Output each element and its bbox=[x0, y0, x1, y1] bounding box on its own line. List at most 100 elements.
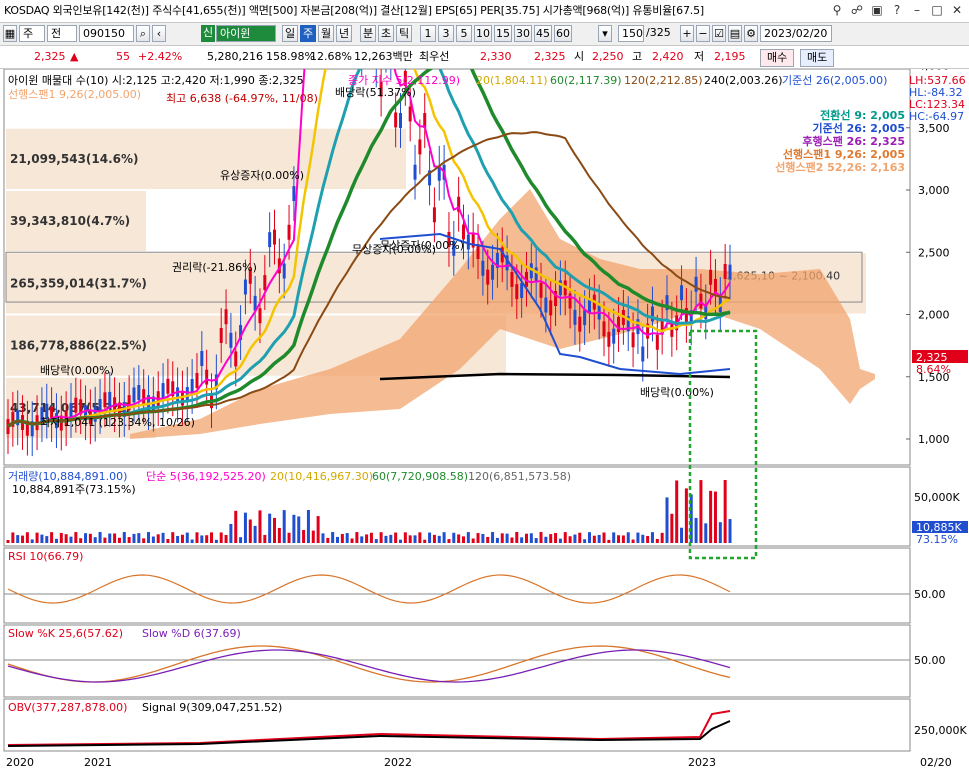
volume-bar bbox=[132, 533, 136, 543]
volume-bar bbox=[699, 480, 703, 543]
volume-bar bbox=[665, 497, 669, 543]
volume-bar bbox=[316, 516, 320, 543]
volume-bar bbox=[568, 536, 572, 543]
market-select[interactable]: 주 bbox=[19, 25, 45, 42]
volume-bar bbox=[495, 537, 499, 543]
restore-icon[interactable]: ▣ bbox=[869, 2, 885, 18]
volume-bar bbox=[64, 534, 68, 543]
interval-30[interactable]: 30 bbox=[514, 25, 532, 42]
candle-body bbox=[287, 224, 291, 240]
stoch-panel[interactable] bbox=[3, 624, 911, 698]
candle-body bbox=[655, 334, 659, 350]
volume-bar bbox=[161, 532, 165, 543]
volume: 5,280,216 bbox=[207, 50, 263, 63]
code-input[interactable]: 090150 bbox=[79, 25, 134, 42]
interval-60[interactable]: 60 bbox=[554, 25, 572, 42]
link-icon[interactable]: ☍ bbox=[849, 2, 865, 18]
interval-3[interactable]: 3 bbox=[438, 25, 454, 42]
date-input[interactable]: 2023/02/20 bbox=[760, 25, 832, 42]
candle-body bbox=[200, 351, 204, 366]
volume-bar bbox=[423, 539, 427, 543]
volume-bar bbox=[583, 539, 587, 543]
settings-icon[interactable]: ⚙ bbox=[744, 25, 758, 42]
volume-bar bbox=[505, 533, 509, 543]
volume-bar bbox=[224, 534, 228, 543]
period-tick[interactable]: 틱 bbox=[396, 25, 412, 42]
y-tick-label: 2,000 bbox=[918, 309, 950, 322]
candle-body bbox=[680, 285, 684, 301]
grid-icon[interactable]: ▦ bbox=[3, 25, 17, 42]
volume-bar bbox=[268, 513, 272, 543]
candle-body bbox=[243, 279, 247, 295]
pin-icon[interactable]: ⚲ bbox=[829, 2, 845, 18]
volume-bar bbox=[587, 532, 591, 543]
interval-1[interactable]: 1 bbox=[420, 25, 436, 42]
volume-bar bbox=[336, 536, 340, 543]
volume-bar bbox=[180, 534, 184, 543]
candle-body bbox=[510, 271, 514, 287]
count-total: /325 bbox=[646, 26, 671, 39]
volume-bar bbox=[408, 535, 412, 543]
prev-icon[interactable]: ‹ bbox=[152, 25, 166, 42]
stock-chart[interactable]: 33,276,737(4.0%)23,011,818(2.8%)34,788,8… bbox=[0, 69, 969, 775]
volume-bar bbox=[88, 533, 92, 543]
volume-bar bbox=[728, 519, 732, 543]
interval-5[interactable]: 5 bbox=[456, 25, 472, 42]
count-input[interactable]: 150 bbox=[618, 25, 644, 42]
interval-45[interactable]: 45 bbox=[534, 25, 552, 42]
prefix-select[interactable]: 전 bbox=[47, 25, 77, 42]
maximize-icon[interactable]: □ bbox=[929, 2, 945, 18]
volume-tag-pct: 73.15% bbox=[916, 533, 958, 546]
volume-profile-label: 265,359,014(31.7%) bbox=[10, 276, 147, 290]
quote-bar: 2,325 ▲ 55 +2.42% 5,280,216 158.98% 12.6… bbox=[0, 46, 969, 69]
candle-body bbox=[461, 224, 465, 240]
interval-15[interactable]: 15 bbox=[494, 25, 512, 42]
candle-body bbox=[641, 346, 645, 362]
period-year[interactable]: 년 bbox=[336, 25, 352, 42]
period-second[interactable]: 초 bbox=[378, 25, 394, 42]
period-week[interactable]: 주 bbox=[300, 25, 316, 42]
period-day[interactable]: 일 bbox=[282, 25, 298, 42]
buy-button[interactable]: 매수 bbox=[760, 49, 795, 67]
volume-bar bbox=[59, 532, 63, 543]
volume-header: 거래량(10,884,891.00) bbox=[8, 470, 127, 483]
volume-bar bbox=[369, 532, 373, 543]
volume-bar bbox=[84, 533, 88, 543]
save-icon[interactable]: ▤ bbox=[728, 25, 742, 42]
x-tick-end: 02/20 bbox=[920, 756, 952, 769]
sell-button[interactable]: 매도 bbox=[800, 49, 835, 67]
period-minute[interactable]: 분 bbox=[360, 25, 376, 42]
volume-bar bbox=[457, 534, 461, 543]
base-line-label: 기준선 26(2,005.00) bbox=[782, 74, 887, 87]
volume-bar bbox=[45, 536, 49, 543]
candle-body bbox=[413, 164, 417, 180]
stock-summary: KOSDAQ 외국인보유[142(천)] 주식수[41,655(천)] 액면[5… bbox=[4, 4, 704, 17]
volume-ma20: 20(10,416,967.30) bbox=[270, 470, 373, 483]
period-month[interactable]: 월 bbox=[318, 25, 334, 42]
interval-10[interactable]: 10 bbox=[474, 25, 492, 42]
dropdown-icon[interactable]: ▾ bbox=[598, 25, 612, 42]
trade-amount: 12,263백만 bbox=[354, 50, 413, 63]
volume-bar bbox=[650, 532, 654, 543]
zoom-out-icon[interactable]: − bbox=[696, 25, 710, 42]
search-icon[interactable]: ⌕ bbox=[136, 25, 150, 42]
volume-bar bbox=[403, 532, 407, 543]
rsi-panel[interactable] bbox=[3, 547, 911, 624]
minimize-icon[interactable]: – bbox=[909, 2, 925, 18]
price-change: 55 bbox=[116, 50, 130, 63]
candle-body bbox=[219, 328, 223, 343]
candle-body bbox=[418, 139, 422, 155]
candle-body bbox=[481, 260, 485, 276]
check-icon[interactable]: ☑ bbox=[712, 25, 726, 42]
volume-bar bbox=[592, 535, 596, 543]
turnover: 12.68% bbox=[310, 50, 352, 63]
help-icon[interactable]: ? bbox=[889, 2, 905, 18]
up-arrow-icon: ▲ bbox=[70, 50, 79, 63]
volume-ratio: 158.98% bbox=[266, 50, 315, 63]
close-icon[interactable]: ✕ bbox=[949, 2, 965, 18]
zoom-in-icon[interactable]: + bbox=[680, 25, 694, 42]
volume-bar bbox=[374, 539, 378, 543]
low-price: 2,195 bbox=[714, 50, 746, 63]
volume-bar bbox=[277, 527, 281, 543]
volume-bar bbox=[476, 533, 480, 543]
